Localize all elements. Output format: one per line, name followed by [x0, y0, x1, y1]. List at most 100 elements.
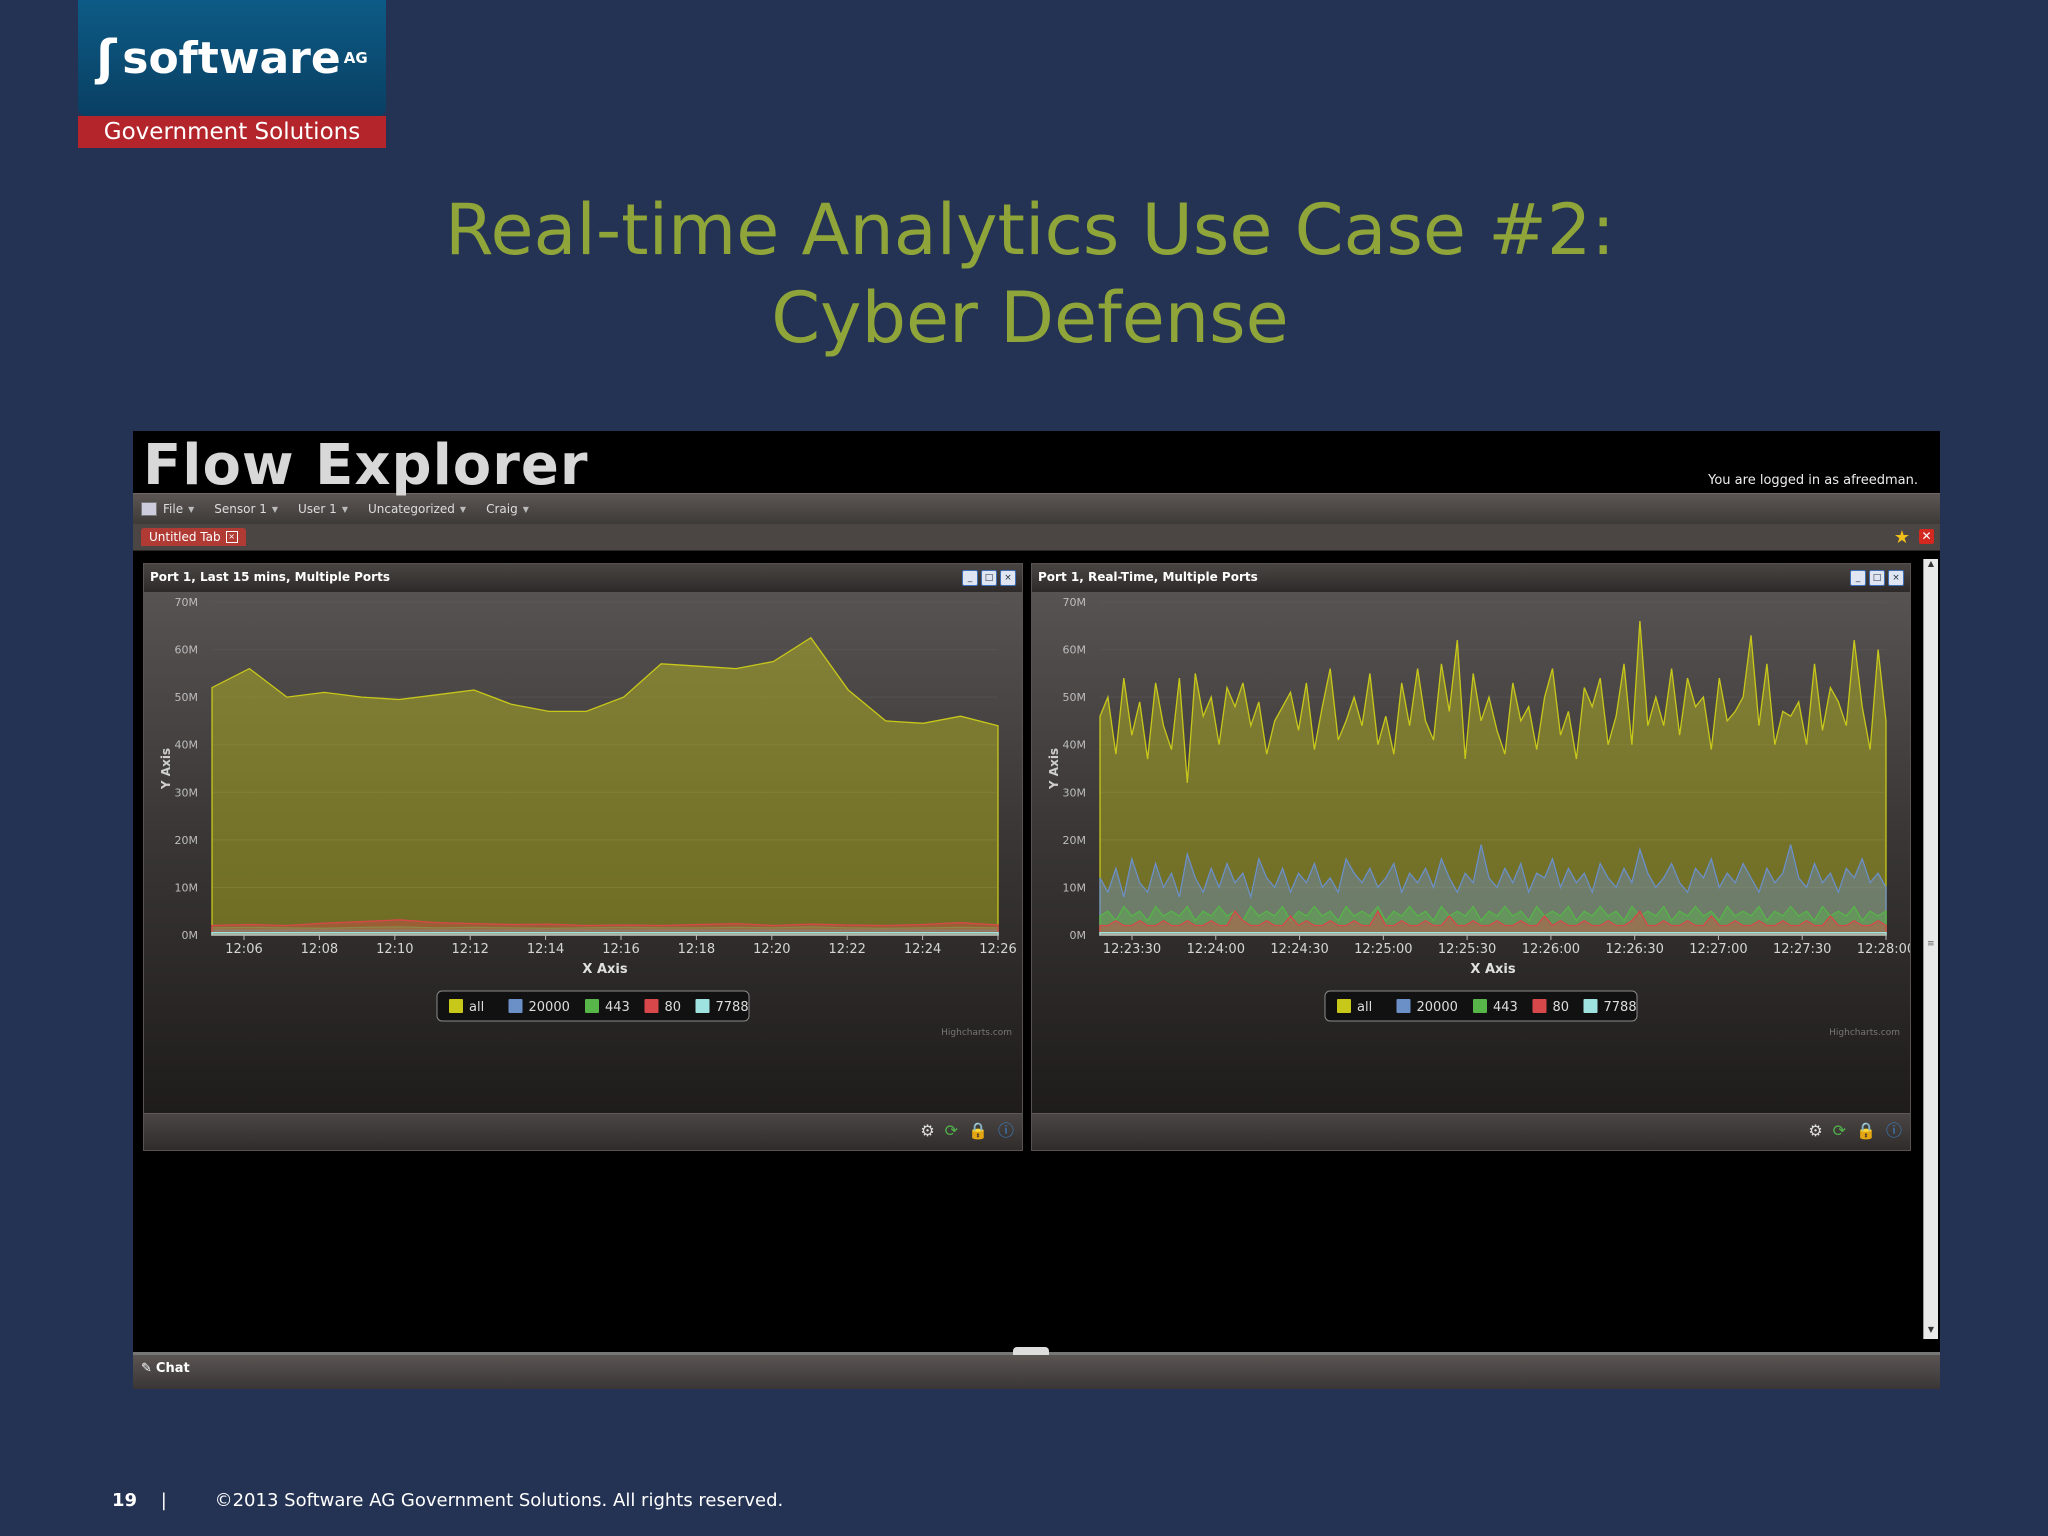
maximize-icon[interactable]: □	[981, 570, 997, 586]
legend-swatch-80	[644, 999, 659, 1013]
x-axis-label: X Axis	[582, 962, 627, 977]
tab-label: Untitled Tab	[149, 530, 221, 544]
y-tick-label: 0M	[182, 929, 199, 942]
lock-icon[interactable]: 🔒	[1856, 1122, 1876, 1140]
legend-item-443: 443	[1493, 1000, 1518, 1015]
y-tick-label: 70M	[175, 596, 199, 609]
chevron-down-icon: ▼	[459, 504, 467, 514]
y-tick-label: 10M	[1063, 881, 1087, 894]
legend-swatch-443	[585, 999, 599, 1013]
menu-craig[interactable]: Craig ▼	[486, 502, 529, 516]
gear-icon[interactable]: ⚙	[920, 1122, 934, 1140]
chart-credit: Highcharts.com	[941, 1028, 1012, 1038]
menu-file[interactable]: File ▼	[141, 502, 194, 516]
panel-footer: ⚙ ⟳ 🔒 ⓘ	[144, 1113, 1022, 1150]
chart-legend: all 20000 443 80 7788	[436, 990, 750, 1022]
minimize-icon[interactable]: _	[1850, 570, 1866, 586]
panel-header: Port 1, Last 15 mins, Multiple Ports _ □…	[144, 564, 1022, 592]
x-tick-label: 12:26:30	[1605, 942, 1663, 957]
scroll-grip-icon[interactable]: ≡	[1927, 939, 1935, 953]
chart-panel-last-15-mins: Port 1, Last 15 mins, Multiple Ports _ □…	[143, 563, 1023, 1151]
y-axis-label: Y Axis	[1047, 748, 1061, 790]
legend-item-7788: 7788	[1604, 1000, 1637, 1015]
menu-uncategorized[interactable]: Uncategorized ▼	[368, 502, 466, 516]
slide-title-line2: Cyber Defense	[771, 277, 1289, 359]
login-status: You are logged in as afreedman.	[1708, 473, 1918, 488]
x-tick-label: 12:25:30	[1438, 942, 1496, 957]
scroll-up-icon[interactable]: ▲	[1924, 559, 1938, 573]
x-tick-label: 12:24	[904, 942, 941, 957]
panel-tools: ⚙ ⟳ 🔒 ⓘ	[1808, 1122, 1902, 1140]
legend-swatch-20000	[1396, 999, 1411, 1013]
menu-user-label: User 1	[298, 502, 337, 516]
maximize-icon[interactable]: □	[1869, 570, 1885, 586]
panel-tools: ⚙ ⟳ 🔒 ⓘ	[920, 1122, 1014, 1140]
bottom-bar: ✎ Chat	[133, 1347, 1940, 1389]
panel-header: Port 1, Real-Time, Multiple Ports _ □ ×	[1032, 564, 1910, 592]
legend-item-20000: 20000	[1417, 1000, 1458, 1015]
tab-untitled[interactable]: Untitled Tab ×	[141, 528, 246, 546]
x-tick-label: 12:24:30	[1270, 942, 1328, 957]
minimize-icon[interactable]: _	[962, 570, 978, 586]
y-tick-label: 70M	[1063, 596, 1087, 609]
page-number: 19	[112, 1490, 138, 1511]
chart-legend: all 20000 443 80 7788	[1324, 990, 1638, 1022]
chart-area: 0M 10M 20M 30M 40M 50M 60M 70M Y Axis 12:06 12:08 1…	[144, 592, 1022, 1114]
menu-sensor[interactable]: Sensor 1 ▼	[214, 502, 278, 516]
y-tick-label: 0M	[1070, 929, 1087, 942]
panel-footer: ⚙ ⟳ 🔒 ⓘ	[1032, 1113, 1910, 1150]
close-icon[interactable]: ×	[1888, 570, 1904, 586]
chat-icon: ✎	[141, 1361, 152, 1376]
info-icon[interactable]: ⓘ	[1886, 1122, 1902, 1140]
close-icon[interactable]: ✕	[1919, 529, 1934, 544]
y-tick-label: 30M	[175, 786, 199, 799]
legend-swatch-80	[1532, 999, 1547, 1013]
area-chart: 0M 10M 20M 30M 40M 50M 60M 70M Y Axis 12:23:30 12:…	[1047, 596, 1910, 1038]
slide-footer: 19 | ©2013 Software AG Government Soluti…	[112, 1490, 783, 1511]
refresh-icon[interactable]: ⟳	[1833, 1122, 1846, 1140]
favorite-star-icon[interactable]: ★	[1894, 527, 1910, 548]
legend-item-80: 80	[1553, 1000, 1570, 1015]
logo-brand-text: software	[122, 32, 341, 84]
x-tick-label: 12:22	[828, 942, 865, 957]
y-axis-label: Y Axis	[159, 748, 173, 790]
tab-close-icon[interactable]: ×	[225, 531, 238, 543]
info-icon[interactable]: ⓘ	[998, 1122, 1014, 1140]
x-tick-label: 12:27:00	[1689, 942, 1747, 957]
gear-icon[interactable]: ⚙	[1808, 1122, 1822, 1140]
y-tick-label: 40M	[1063, 739, 1087, 752]
legend-item-7788: 7788	[716, 1000, 749, 1015]
legend-item-all: all	[469, 1000, 484, 1015]
x-tick-label: 12:23:30	[1103, 942, 1161, 957]
logo-brand: ʃ software AG	[78, 0, 386, 116]
flow-explorer-app: Flow Explorer You are logged in as afree…	[133, 431, 1940, 1389]
panel-title: Port 1, Real-Time, Multiple Ports	[1038, 570, 1258, 584]
panel-window-buttons: _ □ ×	[962, 570, 1016, 586]
area-chart: 0M 10M 20M 30M 40M 50M 60M 70M Y Axis 12:06 12:08 1…	[159, 596, 1017, 1038]
x-tick-label: 12:26	[979, 942, 1016, 957]
company-logo: ʃ software AG Government Solutions	[78, 0, 386, 148]
y-tick-label: 20M	[1063, 834, 1087, 847]
chat-button[interactable]: ✎ Chat	[141, 1361, 190, 1376]
close-icon[interactable]: ×	[1000, 570, 1016, 586]
file-icon	[141, 502, 157, 516]
chevron-down-icon: ▼	[341, 504, 348, 514]
lock-icon[interactable]: 🔒	[968, 1122, 988, 1140]
y-tick-label: 10M	[175, 881, 199, 894]
vertical-scrollbar[interactable]: ▲ ≡ ▼	[1923, 559, 1938, 1339]
scroll-down-icon[interactable]: ▼	[1924, 1325, 1938, 1339]
x-tick-label: 12:20	[753, 942, 790, 957]
menu-user[interactable]: User 1 ▼	[298, 502, 348, 516]
panel-title: Port 1, Last 15 mins, Multiple Ports	[150, 570, 390, 584]
legend-item-20000: 20000	[529, 1000, 570, 1015]
chart-area: 0M 10M 20M 30M 40M 50M 60M 70M Y Axis 12:23:30 12:…	[1032, 592, 1910, 1114]
panel-grip[interactable]	[1013, 1347, 1049, 1355]
footer-separator: |	[160, 1490, 167, 1511]
x-tick-label: 12:16	[602, 942, 639, 957]
x-tick-label: 12:25:00	[1354, 942, 1412, 957]
refresh-icon[interactable]: ⟳	[945, 1122, 958, 1140]
legend-swatch-all	[449, 999, 463, 1013]
logo-division: Government Solutions	[78, 116, 386, 148]
legend-swatch-all	[1337, 999, 1351, 1013]
x-tick-label: 12:12	[451, 942, 488, 957]
